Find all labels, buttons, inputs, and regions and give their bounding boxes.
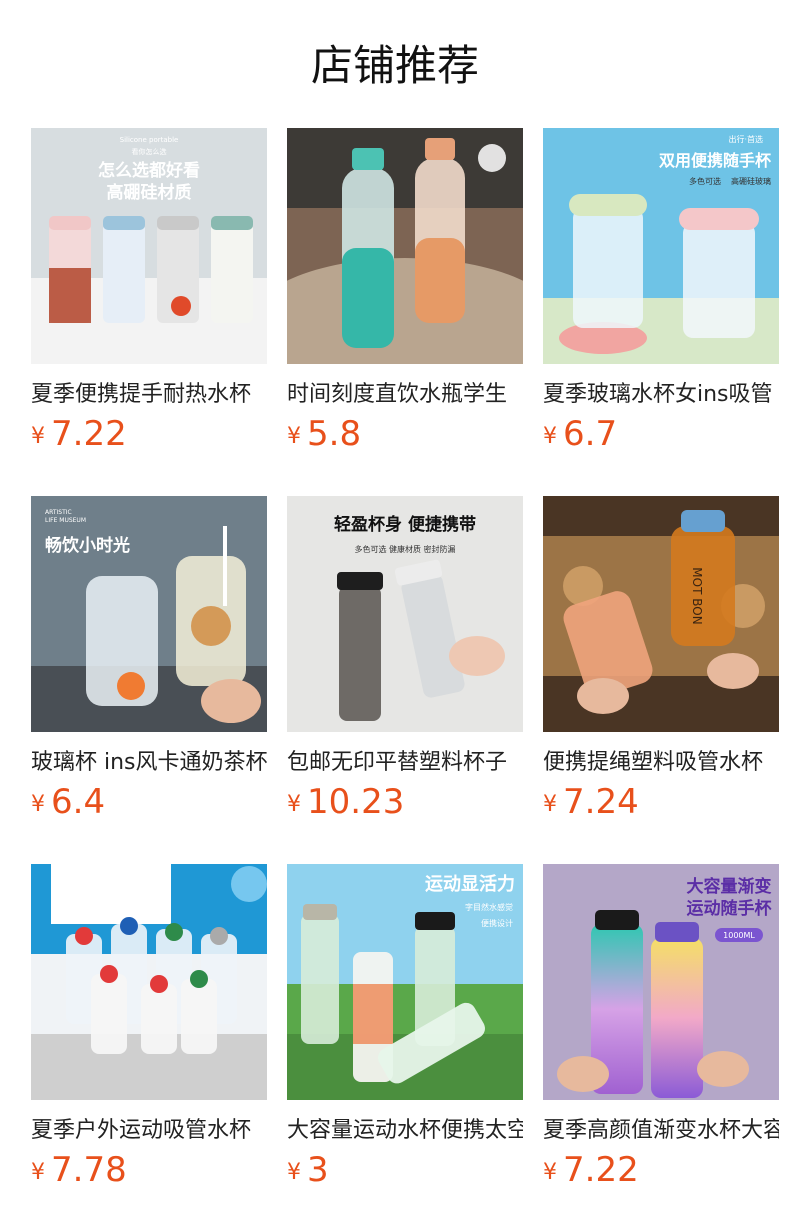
product-price: ¥7.22	[31, 412, 127, 456]
currency-symbol: ¥	[287, 424, 301, 449]
product-card[interactable]: 出行·首选 双用便携随手杯 多色可选 高硼硅玻璃 夏季玻璃水杯女ins吸管 ¥6…	[543, 128, 779, 468]
product-image[interactable]: ARTISTIC LIFE MUSEUM 畅饮小时光	[31, 496, 267, 732]
product-price: ¥6.4	[31, 780, 105, 824]
image-headline: 轻盈杯身 便捷携带	[334, 514, 476, 535]
product-price: ¥7.78	[31, 1148, 127, 1192]
product-card[interactable]: 轻盈杯身 便捷携带 多色可选 健康材质 密封防漏 包邮无印平替塑料杯子 ¥10.…	[287, 496, 523, 836]
product-name[interactable]: 夏季玻璃水杯女ins吸管	[543, 380, 779, 410]
product-card[interactable]: 大容量渐变 运动随手杯 1000ML 夏季高颜值渐变水杯大容量 ¥7.22	[543, 864, 779, 1204]
price-amount: 10.23	[307, 782, 405, 822]
product-image[interactable]	[31, 864, 267, 1100]
product-card[interactable]: 运动显活力 字目然水感觉 便携设计 大容量运动水杯便携太空杯 ¥3	[287, 864, 523, 1204]
price-amount: 7.24	[563, 782, 639, 822]
product-name[interactable]: 时间刻度直饮水瓶学生	[287, 380, 523, 410]
image-headline: 双用便携随手杯	[659, 151, 772, 170]
product-photo-illustration	[287, 128, 523, 364]
product-price: ¥5.8	[287, 412, 361, 456]
product-image[interactable]: 轻盈杯身 便捷携带 多色可选 健康材质 密封防漏	[287, 496, 523, 732]
svg-text:ARTISTIC: ARTISTIC	[45, 509, 72, 516]
price-amount: 7.22	[51, 414, 127, 454]
product-price: ¥7.24	[543, 780, 639, 824]
product-image[interactable]: 大容量渐变 运动随手杯 1000ML	[543, 864, 779, 1100]
product-photo-illustration: ARTISTIC LIFE MUSEUM 畅饮小时光	[31, 496, 267, 732]
currency-symbol: ¥	[31, 792, 45, 817]
product-photo-illustration	[31, 864, 267, 1100]
product-image[interactable]	[287, 128, 523, 364]
svg-text:MOT BON: MOT BON	[690, 567, 704, 624]
price-amount: 3	[307, 1150, 329, 1190]
svg-text:出行·首选: 出行·首选	[728, 134, 763, 144]
price-amount: 5.8	[307, 414, 362, 454]
product-image[interactable]: MOT BON	[543, 496, 779, 732]
product-price: ¥3	[287, 1148, 329, 1192]
svg-text:高硼硅玻璃: 高硼硅玻璃	[731, 176, 771, 186]
product-name[interactable]: 包邮无印平替塑料杯子	[287, 748, 523, 778]
currency-symbol: ¥	[287, 792, 301, 817]
currency-symbol: ¥	[543, 1160, 557, 1185]
svg-text:字目然水感觉: 字目然水感觉	[465, 902, 513, 912]
product-card[interactable]: ARTISTIC LIFE MUSEUM 畅饮小时光 玻璃杯 ins风卡通奶茶杯…	[31, 496, 267, 836]
product-card[interactable]: Silicone portable 看你怎么选 怎么选都好看 高硼硅材质 夏季便…	[31, 128, 267, 468]
product-name[interactable]: 玻璃杯 ins风卡通奶茶杯	[31, 748, 267, 778]
product-photo-illustration: 大容量渐变 运动随手杯 1000ML	[543, 864, 779, 1100]
svg-text:多色可选 健康材质 密封防漏: 多色可选 健康材质 密封防漏	[354, 544, 455, 554]
product-name[interactable]: 夏季便携提手耐热水杯	[31, 380, 267, 410]
currency-symbol: ¥	[287, 1160, 301, 1185]
svg-text:便携设计: 便携设计	[481, 918, 513, 928]
page-title: 店铺推荐	[310, 41, 479, 90]
product-image[interactable]: 运动显活力 字目然水感觉 便携设计	[287, 864, 523, 1100]
product-card[interactable]: 时间刻度直饮水瓶学生 ¥5.8	[287, 128, 523, 468]
price-amount: 7.78	[51, 1150, 127, 1190]
svg-text:运动随手杯: 运动随手杯	[687, 898, 772, 919]
product-photo-illustration: 轻盈杯身 便捷携带 多色可选 健康材质 密封防漏	[287, 496, 523, 732]
product-name[interactable]: 便携提绳塑料吸管水杯	[543, 748, 779, 778]
image-headline: 大容量渐变	[687, 876, 772, 897]
image-headline: 怎么选都好看	[98, 160, 200, 181]
product-name[interactable]: 夏季高颜值渐变水杯大容量	[543, 1116, 779, 1146]
product-photo-illustration: 运动显活力 字目然水感觉 便携设计	[287, 864, 523, 1100]
currency-symbol: ¥	[543, 792, 557, 817]
image-headline: 运动显活力	[425, 873, 515, 895]
price-amount: 6.7	[563, 414, 618, 454]
svg-text:多色可选: 多色可选	[689, 176, 721, 186]
product-card[interactable]: 夏季户外运动吸管水杯 ¥7.78	[31, 864, 267, 1204]
product-card[interactable]: MOT BON 便携提绳塑料吸管水杯 ¥7.24	[543, 496, 779, 836]
price-amount: 7.22	[563, 1150, 639, 1190]
product-image[interactable]: 出行·首选 双用便携随手杯 多色可选 高硼硅玻璃	[543, 128, 779, 364]
price-amount: 6.4	[51, 782, 106, 822]
product-name[interactable]: 大容量运动水杯便携太空杯	[287, 1116, 523, 1146]
currency-symbol: ¥	[31, 424, 45, 449]
svg-text:看你怎么选: 看你怎么选	[132, 147, 167, 156]
svg-text:LIFE MUSEUM: LIFE MUSEUM	[45, 517, 86, 524]
svg-text:高硼硅材质: 高硼硅材质	[107, 182, 192, 203]
product-photo-illustration: 出行·首选 双用便携随手杯 多色可选 高硼硅玻璃	[543, 128, 779, 364]
currency-symbol: ¥	[31, 1160, 45, 1185]
product-price: ¥6.7	[543, 412, 617, 456]
product-price: ¥7.22	[543, 1148, 639, 1192]
svg-text:1000ML: 1000ML	[723, 931, 755, 940]
currency-symbol: ¥	[543, 424, 557, 449]
product-image[interactable]: Silicone portable 看你怎么选 怎么选都好看 高硼硅材质	[31, 128, 267, 364]
product-name[interactable]: 夏季户外运动吸管水杯	[31, 1116, 267, 1146]
product-photo-illustration: Silicone portable 看你怎么选 怎么选都好看 高硼硅材质	[31, 128, 267, 364]
product-photo-illustration: MOT BON	[543, 496, 779, 732]
image-caption-small: Silicone portable	[120, 136, 179, 144]
product-price: ¥10.23	[287, 780, 404, 824]
image-headline: 畅饮小时光	[45, 535, 130, 556]
recommendation-page: 店铺推荐 Silicone portable 看你怎么选 怎么选都好看 高硼硅材…	[0, 0, 790, 1232]
